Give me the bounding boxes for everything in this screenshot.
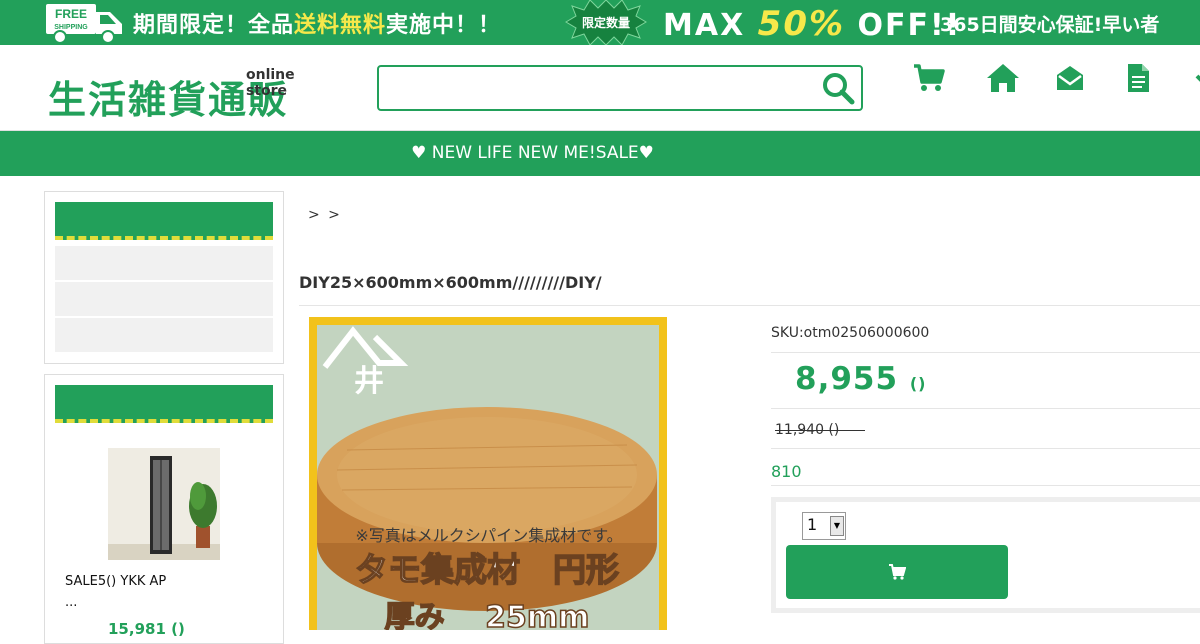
quantity-value: 1 [807,515,818,534]
site-logo[interactable]: 生活雑貨通販 online store [48,67,340,122]
sidebar-category-item[interactable] [55,318,273,352]
chevron-down-icon[interactable]: ▼ [830,516,844,536]
search-button[interactable] [817,69,859,107]
divider [771,485,1200,486]
sidebar-product-image[interactable] [108,448,220,560]
strikethrough-line [775,430,865,431]
home-icon [987,64,1019,92]
cart-link[interactable] [912,61,946,95]
sidebar-product-price: 15,981 () [108,620,185,638]
add-to-cart-button[interactable] [786,545,1008,599]
product-title: DIY25×600mm×600mm/////////DIY/ [299,273,602,292]
product-price: 8,955 () [795,361,926,397]
cart-icon [889,564,906,580]
max-label: MAX [663,8,758,43]
sidebar-product-name[interactable]: SALE5() YKK AP ... [65,571,265,613]
site-header: 生活雑貨通販 online store [0,45,1200,131]
limited-badge: 限定数量 [581,16,630,30]
cart-icon [914,64,945,91]
image-caption-1: タモ集成材 円形 [355,550,619,589]
download-link[interactable] [1186,61,1200,95]
price-unit: () [909,374,927,393]
sidebar-category-box [44,191,284,364]
image-note: ※写真はメルクシパイン集成材です。 [355,526,622,545]
sidebar-ranking-header [55,385,273,423]
home-link[interactable] [986,61,1020,95]
sidebar-product-name-line2: ... [65,595,78,610]
max-percent: 50% [757,4,846,44]
banner-text-free: 送料無料 [294,13,387,38]
sidebar-category-header [55,202,273,240]
max-off-text: MAX 50% OFF!! [663,4,961,44]
divider [771,408,1200,409]
banner-text-c: 実施中！！ [386,13,502,38]
guarantee-text: 365日間安心保証!早い者 [940,14,1160,36]
mail-icon [1057,66,1083,90]
title-divider [299,305,1200,306]
promo-banner[interactable]: FREE SHIPPING 期間限定！全品送料無料実施中！！ 限定数量 MAX … [0,0,1200,45]
quantity-select[interactable]: 1 ▼ [802,512,846,540]
sidebar-ranking-box: SALE5() YKK AP ... 15,981 () [44,374,284,644]
image-caption-2: 厚み 25mm [385,600,590,630]
breadcrumb[interactable]: > > [308,207,342,223]
round-tabletop-image: 井 ※写真はメルクシパイン集成材です。 タモ集成材 円形 厚み 25mm [317,325,659,630]
divider [771,352,1200,353]
shipping-label: SHIPPING [54,24,88,31]
search-box [377,65,863,111]
search-input[interactable] [387,73,807,103]
document-icon [1128,64,1149,92]
sale-promo-link[interactable]: ♥ NEW LIFE NEW ME!SALE♥ [0,143,1065,163]
sidebar-category-item[interactable] [55,246,273,280]
logo-sub-text: online store [246,67,295,99]
promo-navbar: ♥ NEW LIFE NEW ME!SALE♥ [0,131,1200,176]
banner-headline: 期間限定！全品送料無料実施中！！ [133,7,501,39]
free-shipping-truck-icon: FREE SHIPPING [46,4,122,44]
sidebar-category-item[interactable] [55,282,273,316]
brand-mark-text: 井 [354,364,384,399]
free-label: FREE [55,7,87,21]
divider [771,448,1200,449]
product-main-image[interactable]: 井 ※写真はメルクシパイン集成材です。 タモ集成材 円形 厚み 25mm [309,317,667,630]
download-icon [1195,74,1200,82]
search-icon [823,73,855,105]
sidebar-product-name-line1: SALE5() YKK AP [65,574,167,589]
reward-points: 810 [771,462,802,481]
mail-link[interactable] [1053,61,1087,95]
price-value: 8,955 [795,361,899,397]
screen-door-image [108,448,220,560]
add-to-cart-box: 1 ▼ [771,497,1200,613]
document-link[interactable] [1121,61,1155,95]
product-sku: SKU:otm02506000600 [771,325,930,341]
banner-text-a: 期間限定！全品 [133,13,295,38]
